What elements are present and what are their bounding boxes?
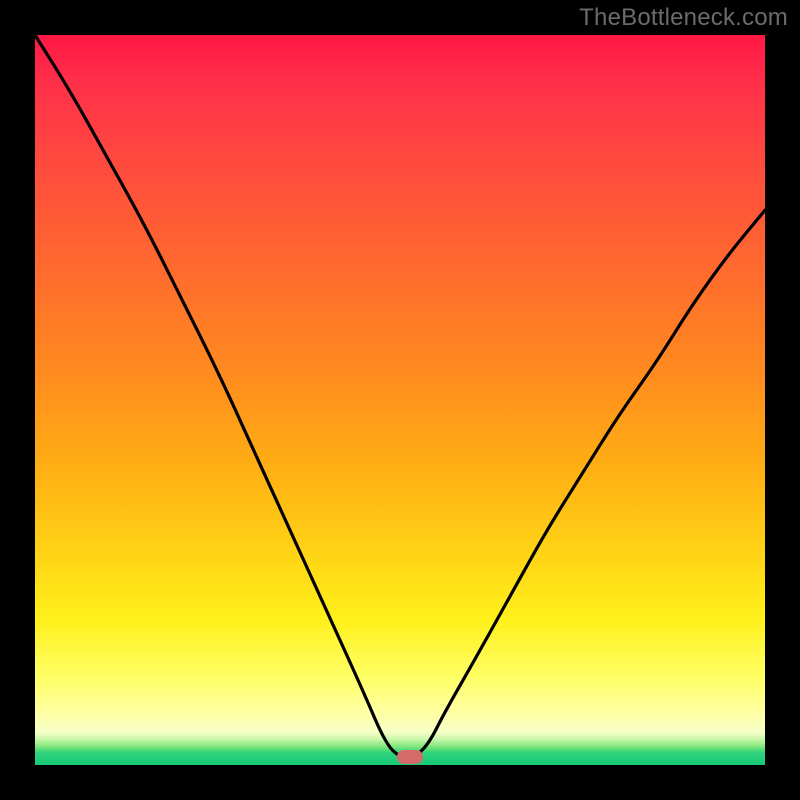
curve-path	[35, 35, 765, 758]
optimal-point-marker	[397, 750, 423, 764]
watermark-text: TheBottleneck.com	[579, 4, 788, 32]
plot-area	[35, 35, 765, 765]
bottleneck-curve	[35, 35, 765, 765]
chart-frame: TheBottleneck.com	[0, 0, 800, 800]
